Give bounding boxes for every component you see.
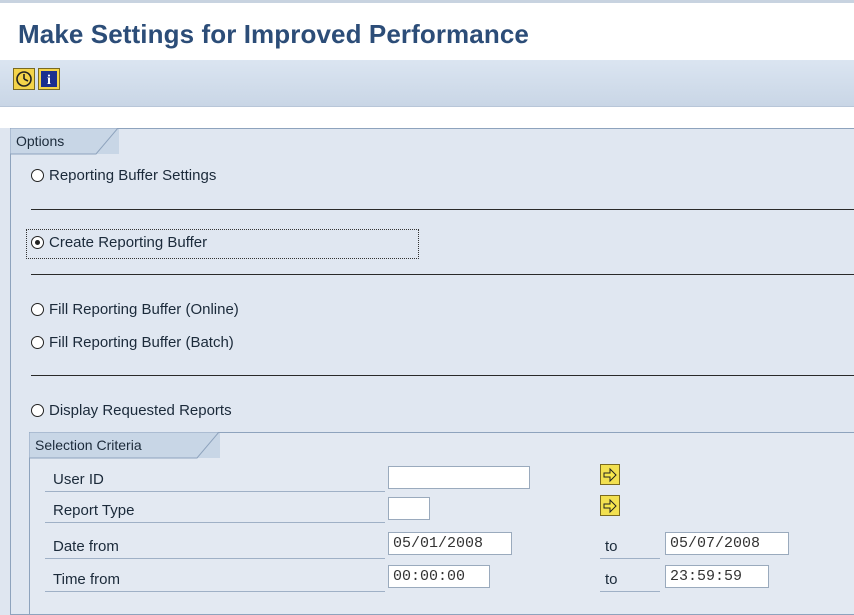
divider bbox=[31, 274, 854, 275]
radio-button[interactable] bbox=[31, 404, 44, 417]
radio-button[interactable] bbox=[31, 169, 44, 182]
report-type-label: Report Type bbox=[53, 502, 135, 519]
options-tab: Options bbox=[10, 128, 119, 155]
radio-reporting-buffer-settings[interactable]: Reporting Buffer Settings bbox=[31, 167, 216, 184]
date-from-input[interactable]: 05/01/2008 bbox=[388, 532, 512, 555]
to-label: to bbox=[605, 538, 618, 555]
radio-label: Create Reporting Buffer bbox=[49, 234, 208, 251]
to-label: to bbox=[605, 571, 618, 588]
radio-label: Fill Reporting Buffer (Batch) bbox=[49, 334, 234, 351]
radio-label: Fill Reporting Buffer (Online) bbox=[49, 301, 239, 318]
row-underline bbox=[45, 491, 385, 492]
radio-label: Reporting Buffer Settings bbox=[49, 167, 217, 184]
date-to-input[interactable]: 05/07/2008 bbox=[665, 532, 789, 555]
radio-display-requested-reports[interactable]: Display Requested Reports bbox=[31, 402, 232, 419]
execute-icon bbox=[16, 71, 32, 87]
multiple-selection-button[interactable] bbox=[600, 495, 620, 516]
selection-criteria-group: Selection Criteria User ID Report Type D… bbox=[29, 432, 854, 615]
radio-button[interactable] bbox=[31, 336, 44, 349]
time-from-label: Time from bbox=[53, 571, 120, 588]
page-title: Make Settings for Improved Performance bbox=[18, 19, 529, 49]
toolbar-spacer bbox=[0, 107, 854, 128]
user-id-row: User ID bbox=[45, 464, 854, 492]
arrow-right-icon bbox=[603, 498, 617, 514]
radio-label: Display Requested Reports bbox=[49, 402, 232, 419]
divider bbox=[31, 375, 854, 376]
divider bbox=[31, 209, 854, 210]
radio-button-selected[interactable] bbox=[31, 236, 44, 249]
date-from-label: Date from bbox=[53, 538, 119, 555]
radio-create-reporting-buffer[interactable]: Create Reporting Buffer bbox=[31, 234, 207, 251]
title-bar: Make Settings for Improved Performance bbox=[0, 0, 854, 60]
time-row: Time from 00:00:00 to 23:59:59 bbox=[45, 565, 854, 592]
time-to-input[interactable]: 23:59:59 bbox=[665, 565, 769, 588]
row-underline bbox=[45, 558, 385, 559]
report-type-row: Report Type bbox=[45, 495, 854, 523]
svg-text:i: i bbox=[47, 73, 51, 88]
options-group-title: Options bbox=[16, 133, 65, 149]
radio-fill-batch[interactable]: Fill Reporting Buffer (Batch) bbox=[31, 334, 234, 351]
selection-criteria-title: Selection Criteria bbox=[35, 437, 142, 453]
arrow-right-icon bbox=[603, 467, 617, 483]
row-underline bbox=[45, 591, 385, 592]
time-from-input[interactable]: 00:00:00 bbox=[388, 565, 490, 588]
application-toolbar: i bbox=[0, 60, 854, 107]
radio-fill-online[interactable]: Fill Reporting Buffer (Online) bbox=[31, 301, 239, 318]
date-row: Date from 05/01/2008 to 05/07/2008 bbox=[45, 532, 854, 559]
user-id-input[interactable] bbox=[388, 466, 530, 489]
report-type-input[interactable] bbox=[388, 497, 430, 520]
execute-button[interactable] bbox=[13, 68, 35, 90]
info-button[interactable]: i bbox=[38, 68, 60, 90]
radio-button[interactable] bbox=[31, 303, 44, 316]
row-underline bbox=[45, 522, 385, 523]
row-underline bbox=[600, 591, 660, 592]
info-icon: i bbox=[41, 71, 57, 88]
user-id-label: User ID bbox=[53, 471, 104, 488]
multiple-selection-button[interactable] bbox=[600, 464, 620, 485]
selection-criteria-tab: Selection Criteria bbox=[29, 432, 220, 459]
row-underline bbox=[600, 558, 660, 559]
